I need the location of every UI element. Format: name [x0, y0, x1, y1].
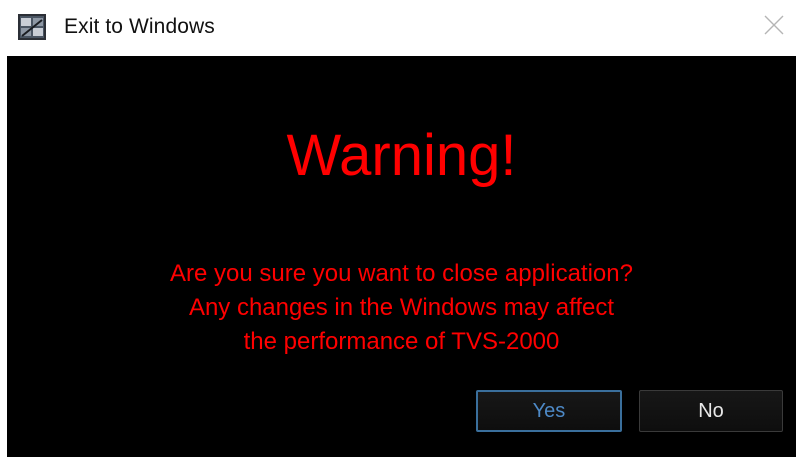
- dialog-content: Warning! Are you sure you want to close …: [7, 56, 796, 457]
- title-bar[interactable]: Exit to Windows: [0, 0, 797, 56]
- warning-heading: Warning!: [286, 123, 517, 188]
- no-button[interactable]: No: [639, 390, 783, 432]
- yes-button[interactable]: Yes: [476, 390, 622, 432]
- message-line: Any changes in the Windows may affect: [188, 294, 615, 321]
- app-icon: [18, 14, 46, 40]
- warning-message: Are you sure you want to close applicati…: [7, 257, 796, 359]
- message-line: the performance of TVS-2000: [243, 328, 560, 355]
- close-icon: [764, 15, 784, 35]
- dialog-window: Exit to Windows Warning! Are you sure yo…: [0, 0, 797, 457]
- window-title: Exit to Windows: [64, 15, 215, 38]
- message-line: Are you sure you want to close applicati…: [170, 260, 633, 287]
- close-button[interactable]: [751, 0, 797, 52]
